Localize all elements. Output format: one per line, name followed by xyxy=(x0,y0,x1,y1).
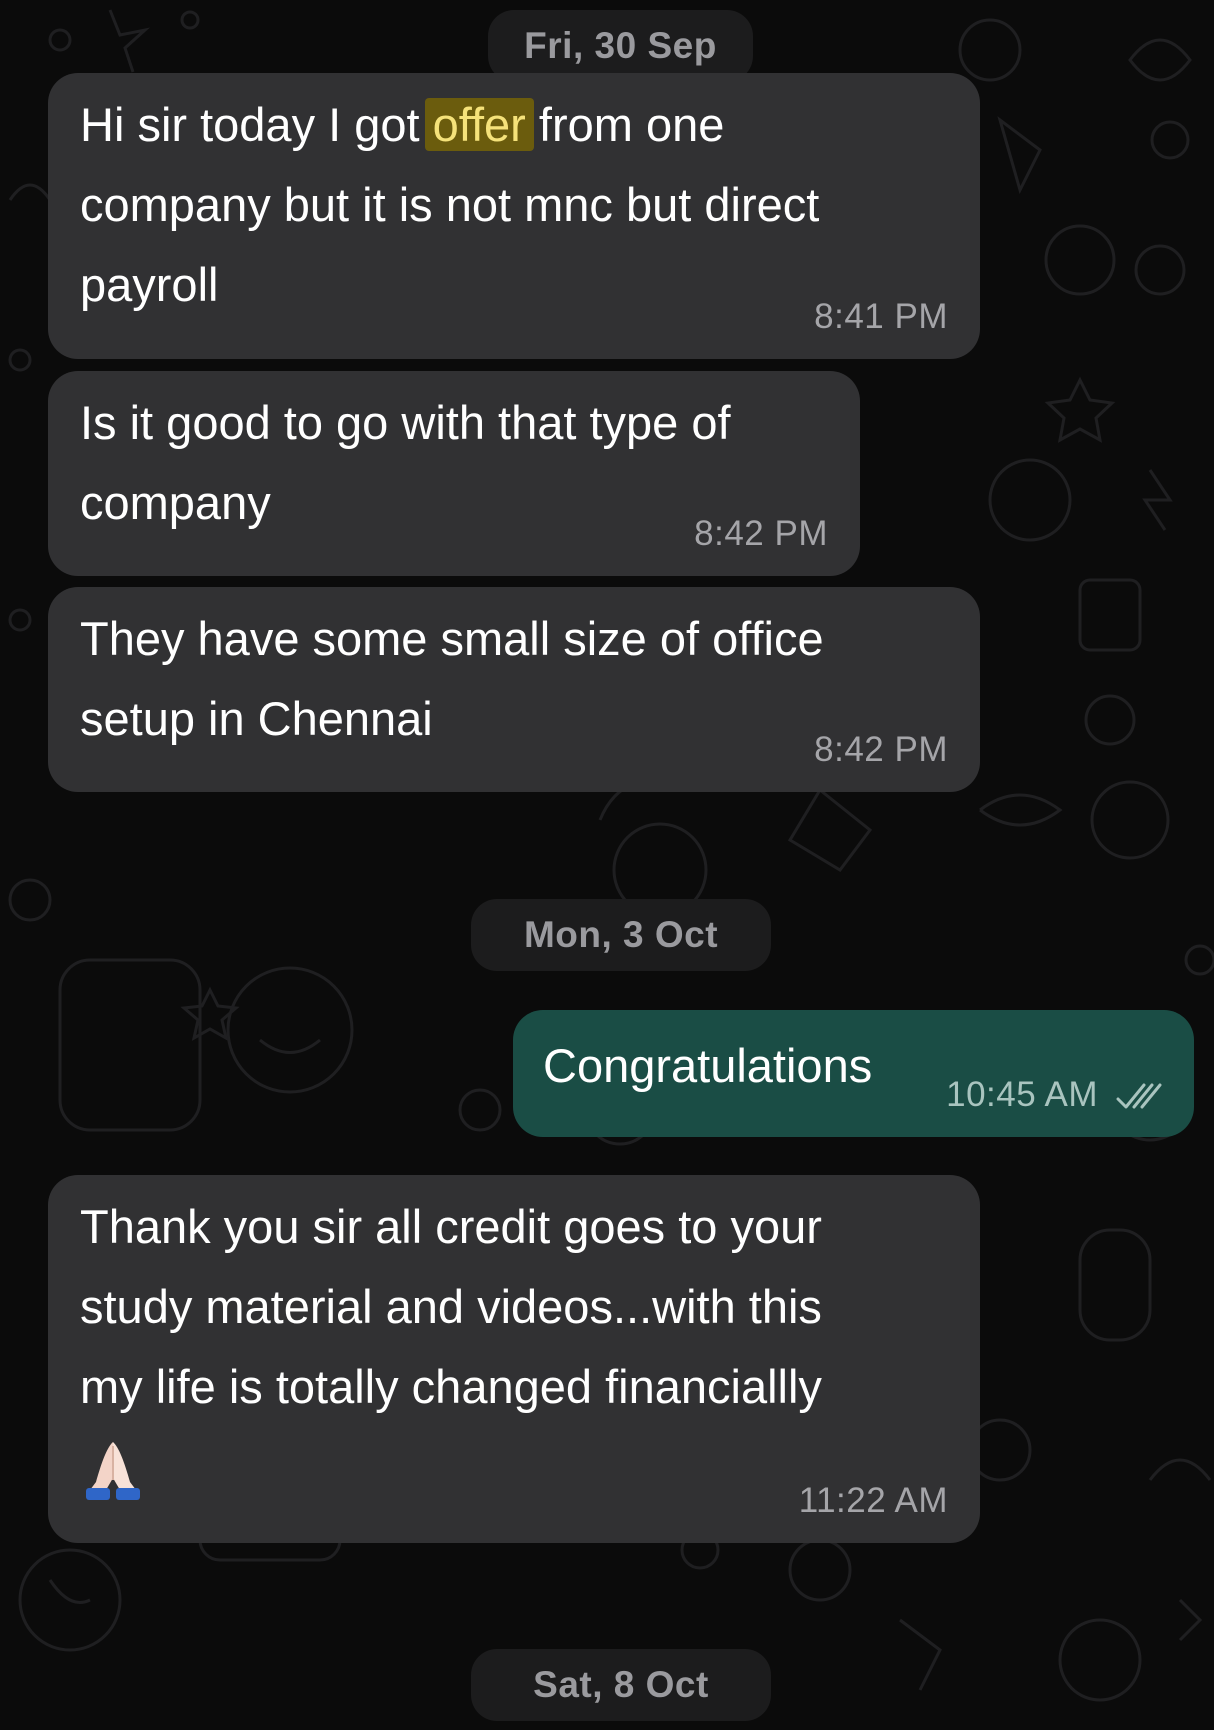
message-line: my life is totally changed financiallly xyxy=(80,1360,822,1413)
date-separator: Mon, 3 Oct xyxy=(471,899,771,971)
message-text: Congratulations xyxy=(543,1026,872,1106)
date-separator: Sat, 8 Oct xyxy=(471,1649,771,1721)
message-line: study material and videos...with this xyxy=(80,1280,822,1333)
incoming-message[interactable]: They have some small size of office setu… xyxy=(48,587,980,792)
message-line: Congratulations xyxy=(543,1039,873,1092)
message-timestamp: 10:45 AM xyxy=(946,1075,1098,1114)
message-line: payroll xyxy=(80,258,219,311)
incoming-message[interactable]: Thank you sir all credit goes to your st… xyxy=(48,1175,980,1543)
chat-thread[interactable]: Fri, 30 Sep Hi sir today I got offer fro… xyxy=(0,0,1214,1730)
outgoing-message[interactable]: Congratulations 10:45 AM xyxy=(513,1010,1194,1137)
folded-hands-icon xyxy=(86,1441,140,1500)
message-line: company but it is not mnc but direct xyxy=(80,178,820,231)
message-text-segment: from one xyxy=(525,98,725,151)
search-highlight: offer xyxy=(424,98,534,151)
message-line: Is it good to go with that type of xyxy=(80,396,731,449)
message-timestamp: 8:42 PM xyxy=(814,730,948,769)
message-text: Hi sir today I got offer from one compan… xyxy=(80,85,819,325)
message-text: Thank you sir all credit goes to your st… xyxy=(80,1187,822,1507)
incoming-message[interactable]: Hi sir today I got offer from one compan… xyxy=(48,73,980,359)
date-label: Fri, 30 Sep xyxy=(524,25,717,66)
message-line: They have some small size of office xyxy=(80,612,824,665)
message-timestamp: 8:41 PM xyxy=(814,297,948,336)
message-line: company xyxy=(80,476,271,529)
incoming-message[interactable]: Is it good to go with that type of compa… xyxy=(48,371,860,576)
double-check-icon xyxy=(1116,1083,1162,1109)
date-label: Sat, 8 Oct xyxy=(533,1664,709,1705)
message-text: Is it good to go with that type of compa… xyxy=(80,383,731,543)
message-line: setup in Chennai xyxy=(80,692,433,745)
message-line: Thank you sir all credit goes to your xyxy=(80,1200,822,1253)
message-text-segment: Hi sir today I got xyxy=(80,98,433,151)
message-timestamp: 8:42 PM xyxy=(694,514,828,553)
message-text: They have some small size of office setu… xyxy=(80,599,824,759)
message-timestamp: 11:22 AM xyxy=(798,1481,948,1520)
date-separator: Fri, 30 Sep xyxy=(488,10,753,82)
date-label: Mon, 3 Oct xyxy=(523,914,719,955)
